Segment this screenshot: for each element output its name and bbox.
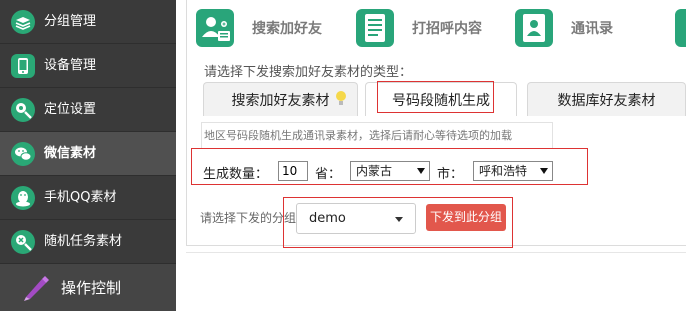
subtab-search-add-friend-material[interactable]: 搜索加好友素材 xyxy=(203,82,358,116)
highlight-box xyxy=(283,197,513,248)
layers-icon xyxy=(11,10,35,34)
count-input[interactable] xyxy=(278,161,308,181)
dropdown-arrow-icon xyxy=(540,168,548,174)
sidebar-item-device-management[interactable]: 设备管理 xyxy=(0,44,176,88)
location-icon xyxy=(11,98,35,122)
count-label: 生成数量： xyxy=(203,167,269,182)
sidebar-item-label: 手机QQ素材 xyxy=(44,190,117,205)
highlight-box xyxy=(377,81,494,113)
material-type-prompt: 请选择下发搜索加好友素材的类型： xyxy=(204,65,413,80)
tab-overflow[interactable] xyxy=(675,8,686,48)
city-label: 市： xyxy=(437,167,464,182)
province-label: 省： xyxy=(315,167,342,182)
sidebar-item-random-task-material[interactable]: 随机任务素材 xyxy=(0,220,176,264)
sidebar-item-location-settings[interactable]: 定位设置 xyxy=(0,88,176,132)
group-prompt: 请选择下发的分组 xyxy=(200,211,297,225)
add-user-icon xyxy=(196,9,234,47)
sidebar-item-label: 微信素材 xyxy=(44,146,97,161)
tab-greeting-content[interactable]: 打招呼内容 xyxy=(356,8,482,48)
city-value: 呼和浩特 xyxy=(479,164,528,178)
document-icon xyxy=(356,9,394,47)
sidebar-item-label: 定位设置 xyxy=(44,102,97,117)
tab-overflow-icon xyxy=(675,9,686,47)
tab-label: 通讯录 xyxy=(571,21,613,37)
sidebar-item-label: 分组管理 xyxy=(44,14,97,29)
city-select[interactable]: 呼和浩特 xyxy=(473,161,553,181)
subtab-label: 数据库好友素材 xyxy=(557,92,656,109)
wechat-icon xyxy=(11,142,35,166)
sidebar-bottom-label: 操作控制 xyxy=(61,279,122,297)
subtab-label: 搜索加好友素材 xyxy=(231,92,330,109)
sidebar-operation-control[interactable]: 操作控制 xyxy=(0,264,176,311)
tab-search-add-friend[interactable]: 搜索加好友 xyxy=(196,8,322,48)
panel-divider xyxy=(186,252,686,253)
panel-left-border xyxy=(186,0,187,245)
tab-label: 打招呼内容 xyxy=(412,21,482,37)
contacts-icon xyxy=(515,9,553,47)
province-select[interactable]: 内蒙古 xyxy=(350,161,430,181)
dropdown-arrow-icon xyxy=(417,168,425,174)
tab-label: 搜索加好友 xyxy=(252,21,322,37)
main-panel: 搜索加好友 打招呼内容 通讯录 请选择下发搜索加好友素材的类型： 搜索加好友素材… xyxy=(176,0,686,311)
sidebar-item-label: 随机任务素材 xyxy=(44,234,123,249)
province-value: 内蒙古 xyxy=(356,164,393,178)
sidebar: 分组管理 设备管理 定位设置 微信素材 手机QQ素材 随机任务素材 操作控制 xyxy=(0,0,176,311)
subtab-database-friend-material[interactable]: 数据库好友素材 xyxy=(527,82,686,116)
phone-icon xyxy=(11,54,35,78)
pen-icon xyxy=(24,276,49,301)
tab-contacts[interactable]: 通讯录 xyxy=(515,8,613,48)
qq-icon xyxy=(11,186,35,210)
description-text: 地区号码段随机生成通讯录素材，选择后请耐心等待选项的加载 xyxy=(201,122,553,149)
shuffle-icon xyxy=(11,230,35,254)
sidebar-item-wechat-material[interactable]: 微信素材 xyxy=(0,132,176,176)
sidebar-item-group-management[interactable]: 分组管理 xyxy=(0,0,176,44)
sidebar-item-qq-material[interactable]: 手机QQ素材 xyxy=(0,176,176,220)
lightbulb-icon xyxy=(336,91,346,105)
sidebar-item-label: 设备管理 xyxy=(44,58,97,73)
